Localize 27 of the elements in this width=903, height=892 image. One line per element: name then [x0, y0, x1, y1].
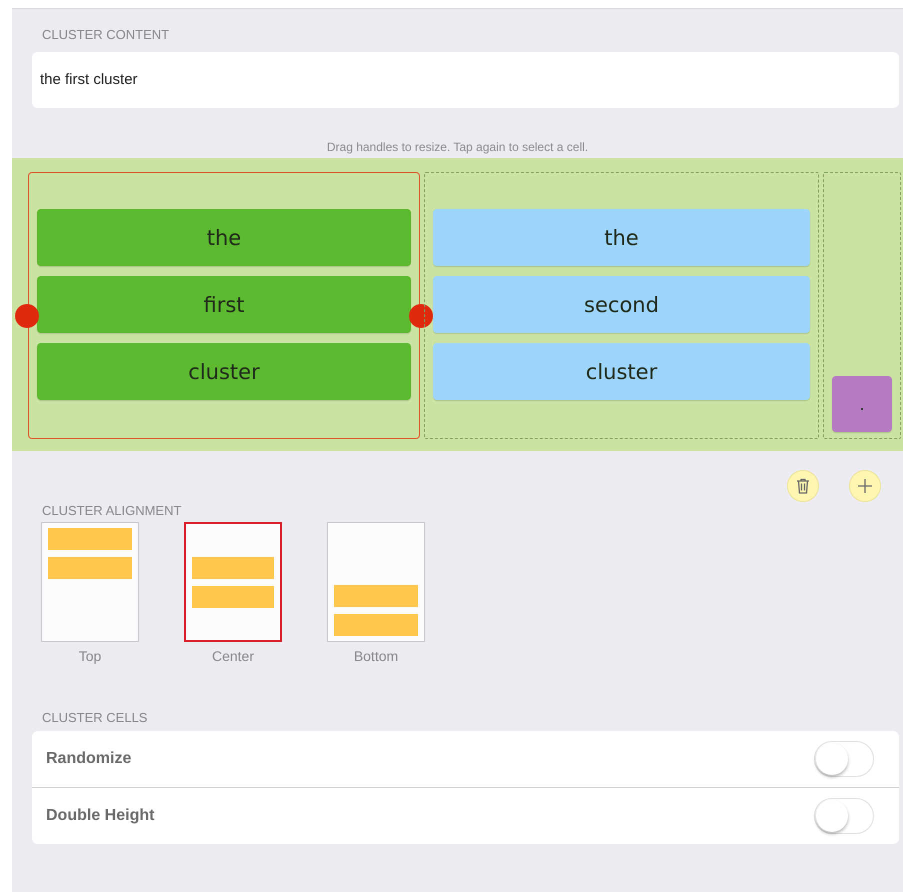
trash-icon[interactable]	[787, 470, 819, 502]
toggle-switch[interactable]	[814, 741, 874, 777]
content-field[interactable]: the first cluster	[32, 52, 899, 108]
word-tile[interactable]: cluster	[433, 343, 810, 400]
word-tile[interactable]: second	[433, 276, 810, 333]
row-label: Randomize	[46, 750, 132, 768]
option-label: Center	[212, 648, 254, 664]
section-label: CLUSTER CELLS	[42, 710, 148, 726]
option-label: Bottom	[354, 648, 398, 664]
section-label: CLUSTER CONTENT	[42, 27, 170, 43]
option-label: Top	[78, 648, 102, 664]
resize-handle[interactable]	[15, 304, 39, 328]
hint-text: Drag handles to resize. Tap again to select a cell.	[326, 140, 590, 154]
cluster-cell[interactable]: .	[823, 172, 901, 439]
toggle-switch[interactable]	[814, 798, 874, 834]
word-tile[interactable]: the	[37, 209, 411, 266]
word-tile[interactable]: first	[37, 276, 411, 333]
word-tile[interactable]: cluster	[37, 343, 411, 400]
cluster-cell[interactable]: the first cluster	[28, 172, 420, 439]
row-label: Double Height	[46, 807, 154, 825]
section-label: CLUSTER ALIGNMENT	[42, 503, 182, 519]
alignment-option[interactable]	[184, 522, 282, 642]
word-tile[interactable]: .	[832, 376, 892, 432]
cluster-cell[interactable]: the second cluster	[424, 172, 819, 439]
resize-handle[interactable]	[409, 304, 433, 328]
plus-icon[interactable]	[849, 470, 881, 502]
word-tile[interactable]: the	[433, 209, 810, 266]
